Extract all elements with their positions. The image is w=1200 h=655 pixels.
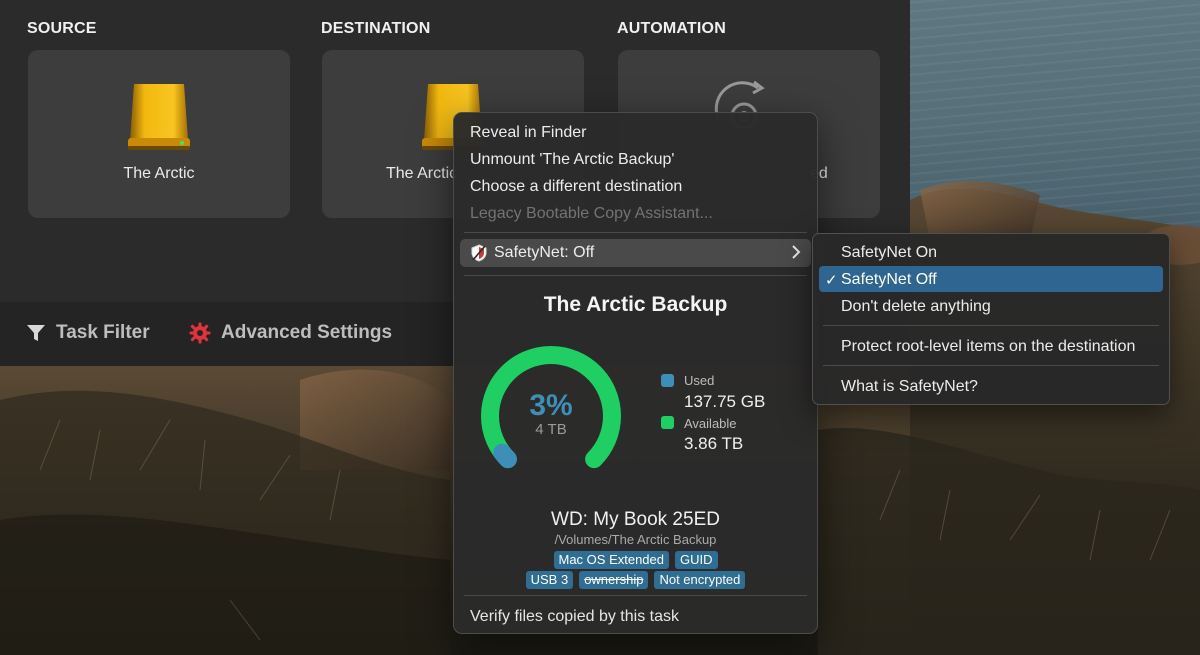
unmount-item[interactable]: Unmount 'The Arctic Backup' xyxy=(470,151,674,169)
capacity-label: 4 TB xyxy=(535,421,566,438)
usage-gauge: 3% 4 TB xyxy=(481,346,621,469)
usage-percent: 3% xyxy=(529,389,572,422)
badge-row-format: Mac OS Extended GUID xyxy=(454,551,817,569)
advanced-settings-label: Advanced Settings xyxy=(221,322,393,343)
source-card[interactable]: The Arctic xyxy=(28,50,290,218)
automation-label: ed xyxy=(810,165,828,182)
menu-separator xyxy=(464,232,807,233)
badge-row-properties: USB 3 ownership Not encrypted xyxy=(454,571,817,589)
chevron-right-icon xyxy=(792,245,801,259)
external-drive-icon xyxy=(128,84,190,150)
gauge-used-arc xyxy=(493,443,517,469)
safetynet-label: SafetyNet: Off xyxy=(494,244,595,261)
source-volume-name: The Arctic xyxy=(123,165,195,182)
format-badge: Mac OS Extended xyxy=(553,551,669,569)
source-heading: SOURCE xyxy=(27,20,97,37)
used-value: 137.75 GB xyxy=(684,392,766,411)
available-label: Available xyxy=(684,416,737,431)
task-filter-button[interactable]: Task Filter xyxy=(26,322,150,344)
used-swatch xyxy=(661,374,674,387)
partition-badge: GUID xyxy=(675,551,718,569)
available-swatch xyxy=(661,416,674,429)
legacy-bootable-item: Legacy Bootable Copy Assistant... xyxy=(470,205,713,222)
dont-delete-item[interactable]: Don't delete anything xyxy=(841,298,991,316)
safetynet-submenu: SafetyNet On ✓ SafetyNet Off Don't delet… xyxy=(812,233,1170,405)
checkmark-icon: ✓ xyxy=(825,272,838,289)
safetynet-on-item[interactable]: SafetyNet On xyxy=(841,244,937,262)
ownership-badge: ownership xyxy=(579,571,649,589)
used-label: Used xyxy=(684,373,715,388)
drive-name: WD: My Book 25ED xyxy=(551,509,720,530)
volume-title: The Arctic Backup xyxy=(543,293,728,316)
reveal-in-finder-item[interactable]: Reveal in Finder xyxy=(470,124,587,142)
gear-icon xyxy=(189,322,211,344)
destination-popover: Reveal in Finder Unmount 'The Arctic Bac… xyxy=(453,112,818,634)
automation-heading: AUTOMATION xyxy=(617,20,726,37)
what-is-safetynet-item[interactable]: What is SafetyNet? xyxy=(841,378,978,396)
menu-separator xyxy=(464,595,807,596)
drive-path: /Volumes/The Arctic Backup xyxy=(554,532,717,547)
destination-heading: DESTINATION xyxy=(321,20,431,37)
task-filter-label: Task Filter xyxy=(56,322,150,343)
funnel-icon xyxy=(27,325,45,341)
shield-icon xyxy=(471,244,487,262)
safetynet-off-item[interactable]: SafetyNet Off xyxy=(841,271,937,289)
submenu-separator xyxy=(823,325,1159,326)
verify-files-item[interactable]: Verify files copied by this task xyxy=(470,608,679,626)
interface-badge: USB 3 xyxy=(525,571,574,589)
submenu-separator xyxy=(823,365,1159,366)
menu-separator xyxy=(464,275,807,276)
encryption-badge: Not encrypted xyxy=(654,571,746,589)
protect-root-items-item[interactable]: Protect root-level items on the destinat… xyxy=(841,338,1135,356)
safetynet-menu-item[interactable]: SafetyNet: Off xyxy=(460,239,811,267)
choose-destination-item[interactable]: Choose a different destination xyxy=(470,178,682,196)
available-value: 3.86 TB xyxy=(684,434,744,453)
advanced-settings-button[interactable]: Advanced Settings xyxy=(189,322,392,344)
